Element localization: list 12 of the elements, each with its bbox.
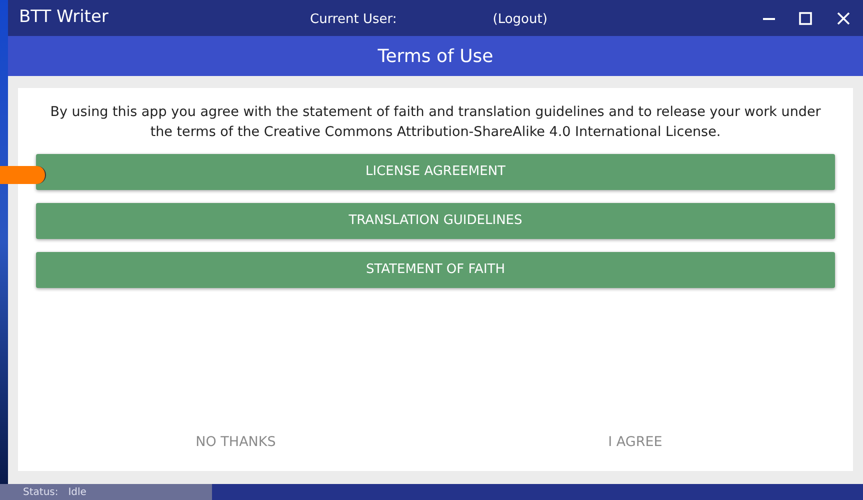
intro-text: By using this app you agree with the statement of faith and translation guidelines and to release your work under the terms of the Creative Commons Attribution-ShareAlike 4.0 International License.: [49, 103, 822, 142]
action-button[interactable]: I AGREE: [436, 427, 835, 457]
document-button[interactable]: TRANSLATION GUIDELINES: [36, 203, 835, 239]
page-title: Terms of Use: [378, 44, 494, 68]
document-button[interactable]: LICENSE AGREEMENT: [36, 154, 835, 190]
action-button[interactable]: NO THANKS: [36, 427, 436, 457]
current-user-label: Current User:: [310, 11, 397, 29]
logout-link[interactable]: (Logout): [492, 10, 548, 30]
status-value: Idle: [68, 486, 86, 500]
status-label: Status:: [23, 486, 58, 500]
document-button[interactable]: STATEMENT OF FAITH: [36, 252, 835, 288]
window-title: BTT Writer: [19, 6, 108, 30]
